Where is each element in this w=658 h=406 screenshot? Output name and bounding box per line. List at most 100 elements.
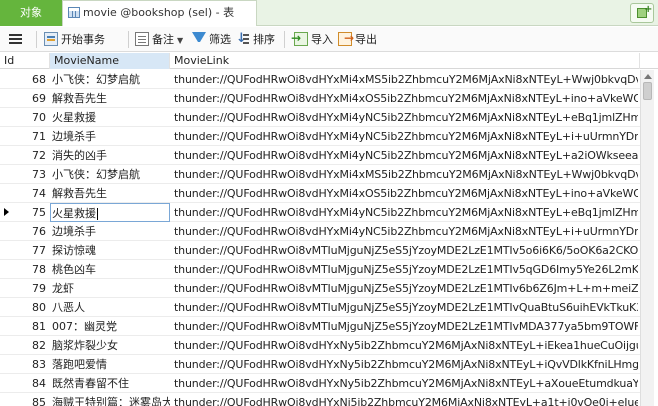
cell-movielink[interactable]: thunder://QUFodHRwOi8vdHYxMi4xOS5ib2Zhbm… (174, 184, 638, 203)
column-header-movielink[interactable]: MovieLink (170, 53, 640, 69)
cell-movielink[interactable]: thunder://QUFodHRwOi8vdHYxMi4yNC5ib2Zhbm… (174, 127, 638, 146)
cell-moviename[interactable]: 脑浆炸裂少女 (52, 336, 170, 355)
table-row[interactable]: 83 落跑吧爱情 thunder://QUFodHRwOi8vdHYxNy5ib2Z… (0, 355, 640, 374)
cell-moviename[interactable]: 八恶人 (52, 298, 170, 317)
table-row[interactable]: 78 桃色凶车 thunder://QUFodHRwOi8vMTIuMjguNjZ5… (0, 260, 640, 279)
cell-id[interactable]: 70 (12, 108, 48, 127)
new-object-button[interactable]: + (630, 3, 654, 23)
cell-id[interactable]: 68 (12, 70, 48, 89)
cell-moviename[interactable]: 桃色凶车 (52, 260, 170, 279)
cell-id[interactable]: 82 (12, 336, 48, 355)
cell-movielink[interactable]: thunder://QUFodHRwOi8vdHYxMi4xOS5ib2Zhbm… (174, 89, 638, 108)
cell-id[interactable]: 81 (12, 317, 48, 336)
table-row[interactable]: 72 消失的凶手 thunder://QUFodHRwOi8vdHYxMi4yNC5… (0, 146, 640, 165)
cell-movielink[interactable]: thunder://QUFodHRwOi8vdHYxMi4yNC5ib2Zhbm… (174, 203, 638, 222)
menu-icon[interactable] (9, 34, 22, 44)
table-row[interactable]: 79 龙虾 thunder://QUFodHRwOi8vMTIuMjguNjZ5eS… (0, 279, 640, 298)
cell-moviename[interactable]: 007：幽灵党 (52, 317, 170, 336)
cell-movielink[interactable]: thunder://QUFodHRwOi8vdHYxNi5ib2ZhbmcuY2… (174, 393, 638, 406)
cell-id[interactable]: 76 (12, 222, 48, 241)
cell-moviename[interactable]: 小飞侠：幻梦启航 (52, 165, 170, 184)
tab-bar: 对象 movie @bookshop (sel) - 表 + (0, 0, 658, 26)
cell-movielink[interactable]: thunder://QUFodHRwOi8vdHYxNy5ib2ZhbmcuY2… (174, 336, 638, 355)
table-row[interactable]: 77 探访惊魂 thunder://QUFodHRwOi8vMTIuMjguNjZ5… (0, 241, 640, 260)
cell-id[interactable]: 77 (12, 241, 48, 260)
chevron-down-icon[interactable]: ▼ (177, 36, 183, 45)
table-row[interactable]: 73 小飞侠：幻梦启航 thunder://QUFodHRwOi8vdHYxMi4x… (0, 165, 640, 184)
notes-icon (135, 32, 149, 46)
cell-id[interactable]: 69 (12, 89, 48, 108)
cell-id[interactable]: 74 (12, 184, 48, 203)
plus-icon: + (644, 4, 653, 15)
sort-button[interactable]: 排序 (236, 30, 275, 48)
cell-movielink[interactable]: thunder://QUFodHRwOi8vdHYxMi4xMS5ib2Zhbm… (174, 165, 638, 184)
table-icon (68, 7, 80, 18)
grid-header: Id MovieName MovieLink (0, 53, 658, 69)
cell-moviename[interactable]: 火星救援 (50, 203, 170, 222)
table-row[interactable]: 82 脑浆炸裂少女 thunder://QUFodHRwOi8vdHYxNy5ib2… (0, 336, 640, 355)
vertical-scrollbar[interactable] (640, 70, 654, 406)
table-row[interactable]: 70 火星救援 thunder://QUFodHRwOi8vdHYxMi4yNC5i… (0, 108, 640, 127)
cell-moviename-text: 解救吾先生 (52, 92, 107, 105)
cell-moviename[interactable]: 龙虾 (52, 279, 170, 298)
cell-movielink[interactable]: thunder://QUFodHRwOi8vMTIuMjguNjZ5eS5jYz… (174, 298, 638, 317)
cell-movielink[interactable]: thunder://QUFodHRwOi8vMTIuMjguNjZ5eS5jYz… (174, 241, 638, 260)
cell-moviename[interactable]: 解救吾先生 (52, 184, 170, 203)
cell-movielink[interactable]: thunder://QUFodHRwOi8vdHYxNy5ib2ZhbmcuY2… (174, 355, 638, 374)
table-row[interactable]: 80 八恶人 thunder://QUFodHRwOi8vMTIuMjguNjZ5e… (0, 298, 640, 317)
cell-moviename[interactable]: 消失的凶手 (52, 146, 170, 165)
export-button[interactable]: 导出 (338, 30, 377, 48)
table-row[interactable]: 84 既然青春留不住 thunder://QUFodHRwOi8vdHYxNy5ib… (0, 374, 640, 393)
cell-moviename[interactable]: 落跑吧爱情 (52, 355, 170, 374)
table-row[interactable]: 68 小飞侠：幻梦启航 thunder://QUFodHRwOi8vdHYxMi4x… (0, 70, 640, 89)
table-row[interactable]: 75 火星救援 thunder://QUFodHRwOi8vdHYxMi4yNC5i… (0, 203, 640, 222)
table-row[interactable]: 85 海贼王特别篇：迷雾岛大冒 thunder://QUFodHRwOi8vdHYx… (0, 393, 640, 406)
cell-movielink[interactable]: thunder://QUFodHRwOi8vdHYxMi4yNC5ib2Zhbm… (174, 222, 638, 241)
table-row[interactable]: 74 解救吾先生 thunder://QUFodHRwOi8vdHYxMi4xOS5… (0, 184, 640, 203)
tab-movie-table[interactable]: movie @bookshop (sel) - 表 (62, 0, 257, 26)
cell-moviename-text: 脑浆炸裂少女 (52, 339, 118, 352)
cell-moviename[interactable]: 小飞侠：幻梦启航 (52, 70, 170, 89)
cell-moviename[interactable]: 海贼王特别篇：迷雾岛大冒 (52, 393, 170, 406)
cell-moviename[interactable]: 探访惊魂 (52, 241, 170, 260)
tab-objects[interactable]: 对象 (0, 0, 62, 26)
cell-moviename-text: 边境杀手 (52, 130, 96, 143)
notes-button[interactable]: 备注 ▼ (135, 31, 183, 48)
begin-transaction-button[interactable]: 开始事务 (44, 31, 105, 48)
column-header-id[interactable]: Id (0, 53, 50, 69)
filter-button[interactable]: 筛选 (192, 31, 231, 48)
cell-id[interactable]: 72 (12, 146, 48, 165)
cell-movielink[interactable]: thunder://QUFodHRwOi8vdHYxMi4yNC5ib2Zhbm… (174, 108, 638, 127)
cell-id[interactable]: 73 (12, 165, 48, 184)
cell-id[interactable]: 83 (12, 355, 48, 374)
cell-id[interactable]: 78 (12, 260, 48, 279)
cell-id[interactable]: 79 (12, 279, 48, 298)
text-cursor (97, 208, 98, 220)
table-row[interactable]: 69 解救吾先生 thunder://QUFodHRwOi8vdHYxMi4xOS5… (0, 89, 640, 108)
scroll-up-icon[interactable] (644, 74, 652, 79)
cell-id[interactable]: 71 (12, 127, 48, 146)
cell-id[interactable]: 84 (12, 374, 48, 393)
table-row[interactable]: 71 边境杀手 thunder://QUFodHRwOi8vdHYxMi4yNC5i… (0, 127, 640, 146)
import-button[interactable]: 导入 (291, 30, 333, 48)
cell-movielink[interactable]: thunder://QUFodHRwOi8vMTIuMjguNjZ5eS5jYz… (174, 260, 638, 279)
cell-movielink[interactable]: thunder://QUFodHRwOi8vdHYxNy5ib2ZhbmcuY2… (174, 374, 638, 393)
cell-id[interactable]: 80 (12, 298, 48, 317)
cell-movielink[interactable]: thunder://QUFodHRwOi8vdHYxMi4xMS5ib2Zhbm… (174, 70, 638, 89)
cell-moviename[interactable]: 边境杀手 (52, 127, 170, 146)
cell-movielink[interactable]: thunder://QUFodHRwOi8vMTIuMjguNjZ5eS5jYz… (174, 317, 638, 336)
scroll-thumb[interactable] (643, 82, 652, 100)
cell-moviename-text: 八恶人 (52, 301, 85, 314)
table-row[interactable]: 81 007：幽灵党 thunder://QUFodHRwOi8vMTIuMjguN… (0, 317, 640, 336)
column-header-moviename[interactable]: MovieName (50, 53, 170, 69)
cell-movielink[interactable]: thunder://QUFodHRwOi8vdHYxMi4yNC5ib2Zhbm… (174, 146, 638, 165)
cell-moviename[interactable]: 既然青春留不住 (52, 374, 170, 393)
toolbar-divider (284, 31, 285, 48)
cell-moviename[interactable]: 解救吾先生 (52, 89, 170, 108)
cell-id[interactable]: 85 (12, 393, 48, 406)
cell-id[interactable]: 75 (12, 203, 48, 222)
table-row[interactable]: 76 边境杀手 thunder://QUFodHRwOi8vdHYxMi4yNC5i… (0, 222, 640, 241)
cell-moviename[interactable]: 火星救援 (52, 108, 170, 127)
cell-moviename[interactable]: 边境杀手 (52, 222, 170, 241)
cell-movielink[interactable]: thunder://QUFodHRwOi8vMTIuMjguNjZ5eS5jYz… (174, 279, 638, 298)
